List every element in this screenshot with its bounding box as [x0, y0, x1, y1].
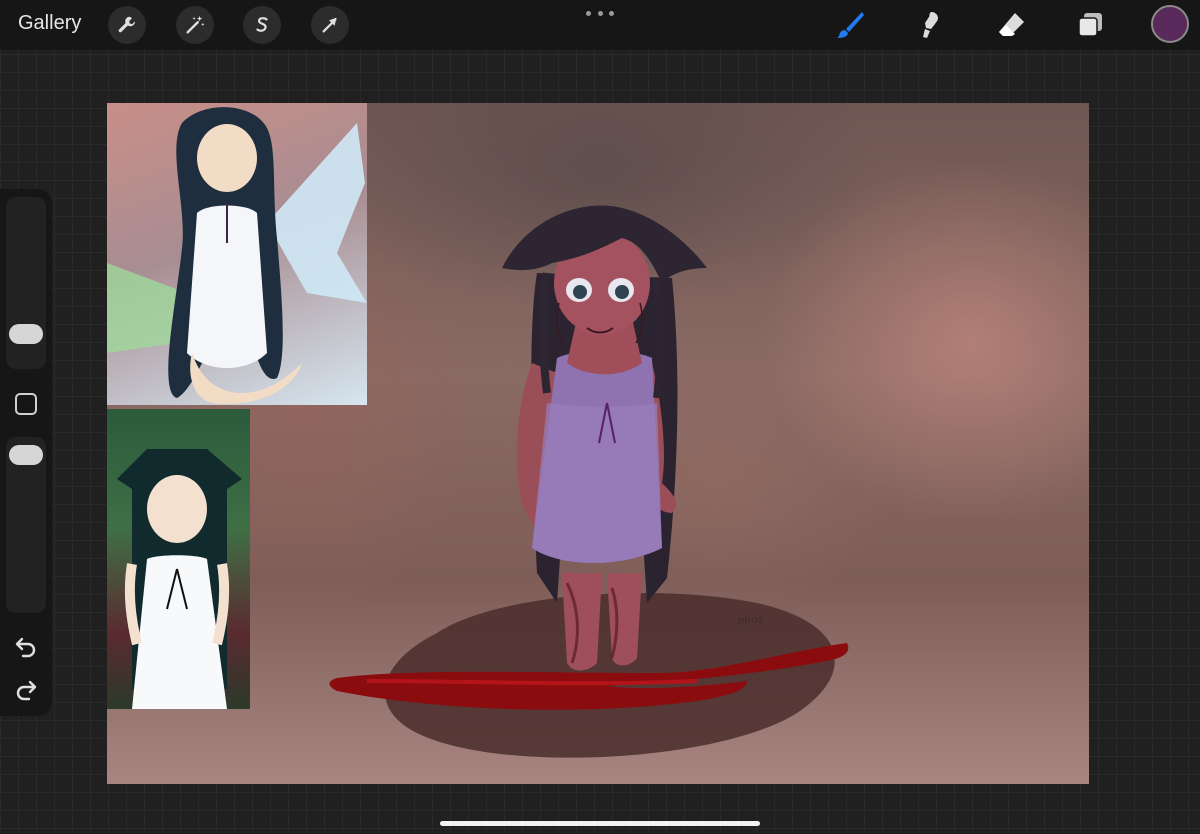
eraser-icon: [999, 13, 1024, 36]
gallery-button[interactable]: Gallery: [18, 12, 81, 35]
adjustments-button[interactable]: [176, 6, 214, 44]
opacity-thumb[interactable]: [9, 445, 43, 465]
modify-button[interactable]: [15, 393, 37, 415]
magic-wand-icon: [186, 15, 205, 34]
layers-button[interactable]: [1070, 5, 1110, 45]
brush-icon: [837, 12, 864, 38]
actions-button[interactable]: [108, 6, 146, 44]
artist-signature: phos: [736, 612, 764, 627]
selection-s-icon: [256, 17, 268, 32]
brush-tool-button[interactable]: [830, 5, 870, 45]
undo-button[interactable]: [12, 633, 40, 659]
eraser-tool-button[interactable]: [991, 5, 1031, 45]
undo-icon: [15, 637, 36, 658]
home-indicator[interactable]: [440, 821, 760, 826]
color-picker-button[interactable]: [1151, 5, 1189, 43]
wrench-icon: [118, 16, 135, 33]
transform-button[interactable]: [311, 6, 349, 44]
selection-button[interactable]: [243, 6, 281, 44]
top-toolbar: Gallery: [0, 0, 1200, 50]
brush-size-thumb[interactable]: [9, 324, 43, 344]
more-options-icon[interactable]: [586, 6, 614, 20]
redo-button[interactable]: [12, 676, 40, 702]
layers-icon: [1078, 13, 1102, 37]
drawing-canvas[interactable]: phos: [107, 103, 1089, 784]
left-sidebar: [0, 189, 52, 716]
smudge-tool-button[interactable]: [910, 5, 950, 45]
smudge-icon: [923, 12, 938, 38]
redo-icon: [16, 680, 37, 701]
arrow-cursor-icon: [322, 17, 337, 33]
